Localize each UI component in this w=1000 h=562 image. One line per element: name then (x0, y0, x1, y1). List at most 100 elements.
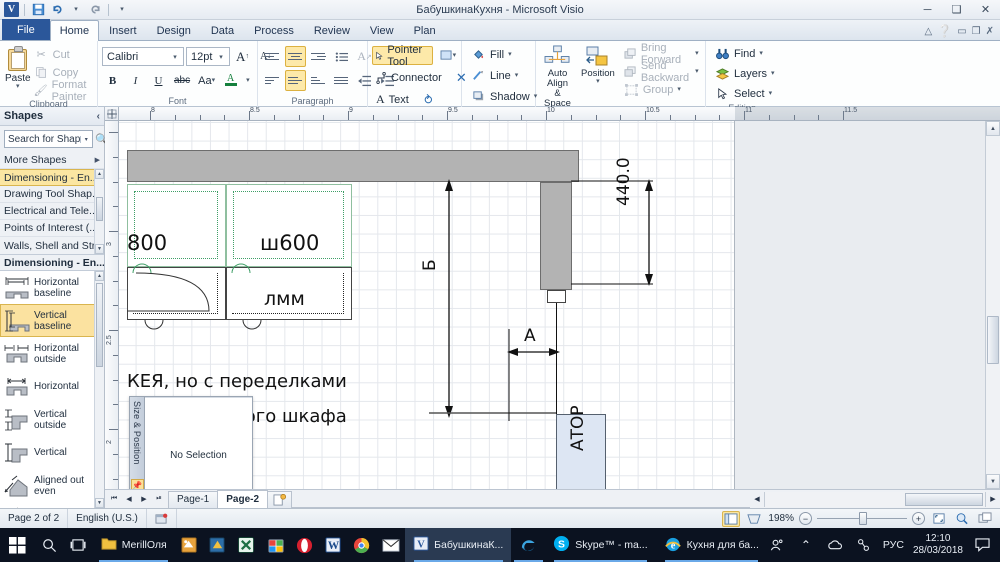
more-shapes-item[interactable]: More Shapes ▶ (0, 152, 104, 169)
store-icon[interactable] (261, 528, 290, 562)
paste-dropdown-icon[interactable]: ▾ (16, 83, 20, 90)
reader-icon[interactable] (204, 528, 233, 562)
strikethrough-button[interactable]: abc (171, 70, 193, 91)
underline-button[interactable]: U (148, 70, 169, 91)
minimize-button[interactable]: ─ (913, 0, 942, 20)
scrollbar-thumb[interactable] (905, 492, 983, 506)
prev-page-button[interactable]: ◀ (122, 492, 136, 507)
taskbar-app-skype[interactable]: S Skype™ - ma... (545, 528, 655, 562)
full-screen-view-button[interactable] (745, 511, 763, 527)
word-icon[interactable]: W (319, 528, 348, 562)
stencil-item-points-of-interest[interactable]: Points of Interest (... (0, 220, 104, 237)
window-switch-button[interactable] (976, 511, 994, 527)
network-icon[interactable] (854, 535, 874, 555)
chevron-down-icon[interactable]: ▾ (508, 51, 512, 58)
action-center-icon[interactable] (972, 535, 992, 555)
next-page-button[interactable]: ▶ (137, 492, 151, 507)
stencil-list-scrollbar[interactable]: ▲ ▼ (94, 169, 104, 254)
help-icon[interactable]: ❔ (937, 24, 952, 38)
language-indicator[interactable]: РУС (883, 539, 904, 551)
people-icon[interactable] (767, 535, 787, 555)
stencil-item-electrical[interactable]: Electrical and Tele... (0, 203, 104, 220)
chevron-down-icon[interactable]: ▾ (515, 72, 519, 79)
find-button[interactable]: Find ▾ (710, 45, 768, 63)
taskbar-folder-app[interactable]: MerillОля (93, 528, 175, 562)
align-top-button[interactable] (262, 70, 283, 91)
scrollbar-track[interactable] (986, 136, 1000, 474)
shadow-button[interactable]: Shadow ▾ (466, 87, 542, 106)
tab-home[interactable]: Home (49, 20, 100, 41)
wall-shape-top[interactable] (127, 150, 579, 182)
chevron-down-icon[interactable]: ▾ (215, 53, 227, 61)
canvas-horizontal-scrollbar[interactable]: ◀ ▶ (750, 491, 1000, 507)
chevron-down-icon[interactable]: ▾ (759, 50, 763, 57)
canvas-vertical-scrollbar[interactable]: ▲ ▼ (985, 121, 1000, 489)
page-tab-page-2[interactable]: Page-2 (217, 490, 269, 508)
normal-view-button[interactable] (722, 510, 741, 527)
grow-font-button[interactable]: A ↑ (232, 46, 253, 67)
scroll-up-icon[interactable]: ▲ (986, 121, 1000, 136)
font-color-button[interactable]: A (220, 70, 241, 91)
shape-aligned-out-even[interactable]: Aligned out even (0, 469, 104, 502)
line-button[interactable]: Line ▾ (466, 66, 523, 85)
zoom-slider[interactable] (817, 512, 907, 525)
bold-button[interactable]: B (102, 70, 123, 91)
size-position-tab[interactable]: Size & Position 📌 ✕ (130, 397, 145, 489)
search-input[interactable]: Search for Shap ▾ (4, 130, 94, 148)
scroll-down-icon[interactable]: ▼ (986, 474, 1000, 489)
shape-vertical[interactable]: Vertical (0, 436, 104, 469)
scrollbar-thumb[interactable] (96, 283, 103, 367)
undo-icon[interactable] (49, 2, 65, 18)
undo-dropdown-icon[interactable]: ▾ (68, 2, 84, 18)
scrollbar-thumb[interactable] (987, 316, 999, 364)
onedrive-icon[interactable] (825, 535, 845, 555)
shape-vertical-baseline[interactable]: Vertical baseline (0, 304, 104, 337)
bullets-button[interactable] (331, 46, 352, 67)
pointer-tool-button[interactable]: Pointer Tool (372, 44, 433, 68)
stencil-item-drawing-tool[interactable]: Drawing Tool Shap... (0, 186, 104, 203)
first-page-button[interactable]: ⏮ (107, 492, 121, 507)
task-view-icon[interactable] (64, 528, 93, 562)
scrollbar-track[interactable] (764, 491, 986, 507)
shapes-dropdown-button[interactable]: ▾ (435, 45, 461, 66)
format-painter-button[interactable]: 🖌 Format Painter (32, 79, 93, 103)
ruler-corner[interactable] (105, 107, 119, 120)
zoom-slider-thumb[interactable] (859, 512, 867, 525)
minimize-ribbon-icon[interactable]: ▭ (957, 26, 966, 37)
scroll-left-icon[interactable]: ◀ (750, 492, 764, 507)
align-right-button[interactable] (308, 46, 329, 67)
chevron-down-icon[interactable]: ▾ (169, 53, 181, 61)
start-button[interactable] (0, 528, 35, 562)
tab-file[interactable]: File (2, 19, 50, 40)
change-case-button[interactable]: Aa ▾ (195, 70, 218, 91)
tab-view[interactable]: View (360, 20, 404, 40)
pdf-icon[interactable] (175, 528, 204, 562)
stencil-item-dimensioning[interactable]: Dimensioning - En... (0, 169, 104, 186)
close-button[interactable]: ✕ (971, 0, 1000, 20)
align-middle-button[interactable] (285, 70, 306, 91)
font-family-combo[interactable]: Calibri ▾ (102, 47, 184, 66)
select-button[interactable]: Select ▾ (710, 85, 777, 103)
zoom-dialog-button[interactable] (953, 511, 971, 527)
cut-button[interactable]: ✂ Cut (32, 46, 93, 63)
paste-button[interactable]: Paste ▾ (4, 44, 32, 90)
insert-page-button[interactable] (267, 490, 293, 508)
align-bottom-button[interactable] (308, 70, 329, 91)
size-position-panel[interactable]: Size & Position 📌 ✕ No Selection (129, 396, 253, 489)
chevron-down-icon[interactable]: ▾ (80, 135, 91, 143)
customize-qat-icon[interactable]: ▾ (114, 2, 130, 18)
align-left-button[interactable] (262, 46, 283, 67)
clock[interactable]: 12:10 28/03/2018 (913, 533, 963, 557)
tab-process[interactable]: Process (244, 20, 304, 40)
shape-horizontal-outside[interactable]: Horizontal outside (0, 337, 104, 370)
scroll-up-icon[interactable]: ▲ (95, 169, 104, 179)
show-hidden-icons[interactable]: ⌃ (796, 535, 816, 555)
horizontal-ruler[interactable]: 8 8.5 9 9.5 10 10.5 11 11.5 (105, 107, 1000, 121)
auto-align-space-button[interactable]: Auto Align & Space (540, 43, 575, 110)
ribbon-expand-icon[interactable]: △ (925, 26, 933, 37)
fit-page-button[interactable] (930, 511, 948, 527)
opera-icon[interactable] (290, 528, 319, 562)
save-icon[interactable] (30, 2, 46, 18)
tab-design[interactable]: Design (147, 20, 201, 40)
scrollbar-thumb[interactable] (96, 197, 103, 221)
